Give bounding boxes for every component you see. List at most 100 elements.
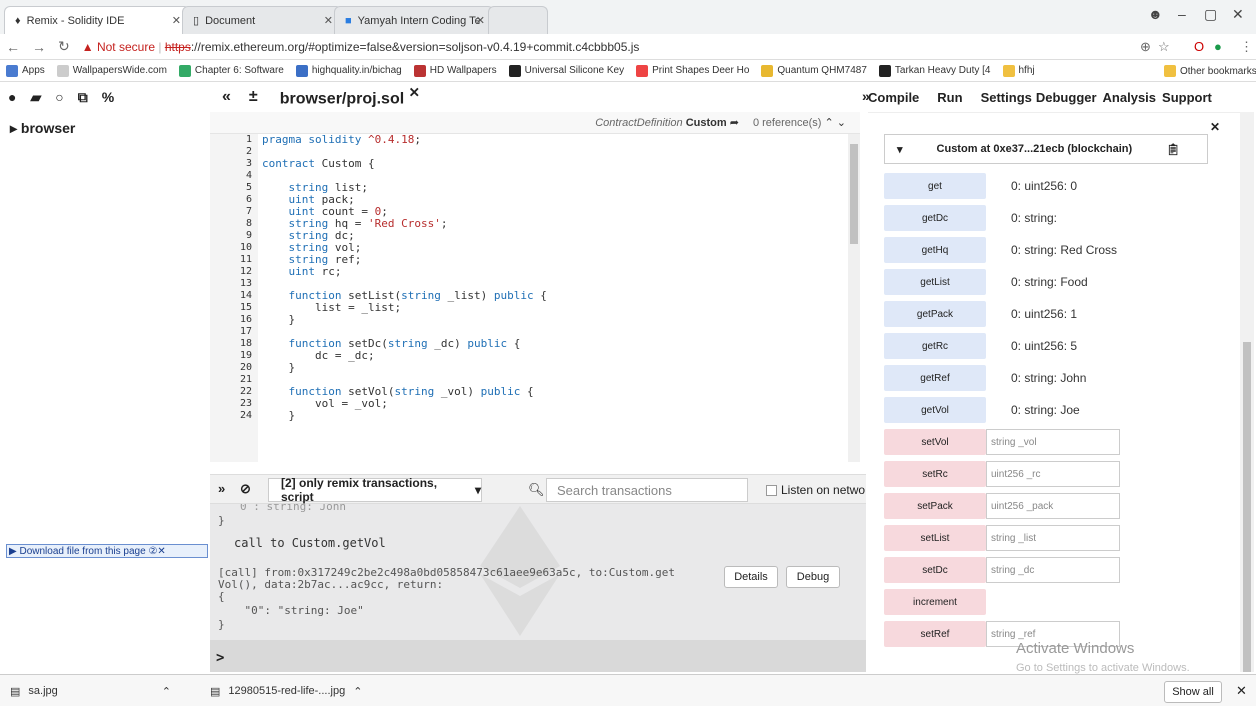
browser-tab-remix[interactable]: ♦ Remix - Solidity IDE ✕	[4, 6, 190, 34]
download-item[interactable]: ▤ 12980515-red-life-....jpg ⌃	[210, 675, 362, 707]
transaction-filter-select[interactable]: [2] only remix transactions, script ▾	[268, 476, 482, 504]
call-button-getPack[interactable]: getPack	[884, 301, 986, 327]
create-file-icon[interactable]: ●	[8, 89, 16, 105]
call-button-getRc[interactable]: getRc	[884, 333, 986, 359]
clipboard-icon[interactable]: 📋︎	[1166, 143, 1180, 156]
bookmark-other[interactable]: Other bookmarks	[1164, 65, 1256, 77]
prev-ref-icon[interactable]: ⌃	[825, 117, 834, 129]
call-button-getRef[interactable]: getRef	[884, 365, 986, 391]
caret-down-icon[interactable]: ▾	[897, 143, 903, 156]
debug-button[interactable]: Debug	[786, 566, 840, 588]
url-field[interactable]: ▲ Not secure | https://remix.ethereum.or…	[82, 40, 640, 54]
transact-button-setList[interactable]: setList	[884, 525, 986, 551]
bookmark-8[interactable]: Tarkan Heavy Duty [4	[878, 64, 991, 77]
code-line: }	[288, 361, 296, 374]
browser-tab-document[interactable]: ▯ Document ✕	[182, 6, 342, 34]
bookmark-6[interactable]: Print Shapes Deer Ho	[636, 64, 749, 77]
chevron-up-icon[interactable]: ⌃	[162, 685, 171, 698]
tab-run[interactable]: Run	[937, 90, 962, 105]
minimize-icon[interactable]: –	[1178, 6, 1186, 22]
transact-button-increment[interactable]: increment	[884, 589, 986, 615]
site-icon	[761, 64, 774, 77]
browser-tab-yamyah[interactable]: ■ Yamyah Intern Coding Te ✕	[334, 6, 494, 34]
file-tree: ▸ browser	[0, 120, 208, 137]
profile-icon[interactable]: ☻	[1148, 6, 1163, 22]
bookmark-3[interactable]: highquality.in/bichag	[295, 64, 402, 77]
copy-icon[interactable]: ⧉	[78, 89, 88, 106]
jump-icon[interactable]: ➦	[730, 117, 739, 129]
forward-icon[interactable]: →	[32, 39, 46, 55]
tab-debugger[interactable]: Debugger	[1036, 90, 1097, 105]
opera-extension-icon[interactable]: O	[1194, 39, 1204, 54]
contract-instance-header[interactable]: ▾ Custom at 0xe37...21ecb (blockchain) 📋…	[884, 134, 1208, 164]
bookmark-2[interactable]: Chapter 6: Software	[178, 64, 284, 77]
file-tab[interactable]: browser/proj.sol ✕	[280, 85, 420, 108]
download-helper-bar[interactable]: ▶ Download file from this page ②✕	[6, 544, 208, 558]
new-tab-button[interactable]	[488, 6, 548, 34]
close-tab-icon[interactable]: ✕	[172, 14, 181, 27]
close-instance-icon[interactable]: ✕	[1210, 120, 1220, 134]
transact-button-setDc[interactable]: setDc	[884, 557, 986, 583]
star-icon[interactable]: ☆	[1158, 39, 1170, 55]
close-icon[interactable]: ②✕	[148, 546, 165, 557]
menu-icon[interactable]: ⋮	[1240, 39, 1253, 55]
call-button-getDc[interactable]: getDc	[884, 205, 986, 231]
collapse-left-icon[interactable]: «	[222, 88, 231, 106]
add-file-icon[interactable]: ±	[249, 88, 258, 106]
search-transactions-input[interactable]: Search transactions	[546, 478, 748, 502]
bookmark-7[interactable]: Quantum QHM7487	[761, 64, 867, 77]
terminal-prompt[interactable]: >	[210, 640, 866, 672]
param-input-setList[interactable]: string _list	[986, 525, 1120, 551]
call-button-getVol[interactable]: getVol	[884, 397, 986, 423]
transact-button-setRef[interactable]: setRef	[884, 621, 986, 647]
listen-network-checkbox[interactable]: Listen on netwo	[766, 483, 865, 497]
github-icon[interactable]: ○	[55, 89, 63, 105]
code-editor[interactable]: pragma solidity ^0.4.18; contract Custom …	[262, 134, 846, 462]
tab-compile[interactable]: Compile	[868, 90, 919, 105]
param-input-setRc[interactable]: uint256 _rc	[986, 461, 1120, 487]
checkbox[interactable]	[766, 484, 777, 496]
link-icon[interactable]: %	[102, 89, 114, 105]
close-file-icon[interactable]: ✕	[409, 85, 420, 100]
close-tab-icon[interactable]: ✕	[476, 14, 485, 27]
folder-arrow-icon[interactable]: ▸	[10, 120, 17, 136]
reload-icon[interactable]: ↻	[58, 38, 70, 55]
tab-support[interactable]: Support	[1162, 90, 1212, 105]
bookmark-4[interactable]: HD Wallpapers	[413, 64, 497, 77]
transact-button-setRc[interactable]: setRc	[884, 461, 986, 487]
close-shelf-icon[interactable]: ✕	[1236, 683, 1247, 699]
transact-button-setPack[interactable]: setPack	[884, 493, 986, 519]
close-window-icon[interactable]: ✕	[1232, 6, 1244, 23]
param-input-setPack[interactable]: uint256 _pack	[986, 493, 1120, 519]
maximize-icon[interactable]: ▢	[1204, 6, 1217, 23]
extension-icon[interactable]: ●	[1214, 39, 1222, 54]
details-button[interactable]: Details	[724, 566, 778, 588]
clear-console-icon[interactable]: ⊘	[240, 481, 251, 497]
bookmark-1[interactable]: WallpapersWide.com	[56, 64, 167, 77]
bookmark-apps[interactable]: Apps	[6, 64, 45, 77]
transact-button-setVol[interactable]: setVol	[884, 429, 986, 455]
show-all-button[interactable]: Show all	[1164, 681, 1222, 703]
editor-scrollbar[interactable]	[848, 134, 860, 462]
collapse-terminal-icon[interactable]: »	[218, 481, 225, 496]
zoom-icon[interactable]: ⊕	[1140, 39, 1151, 55]
bookmark-5[interactable]: Universal Silicone Key	[508, 64, 624, 77]
call-button-getHq[interactable]: getHq	[884, 237, 986, 263]
param-input-setDc[interactable]: string _dc	[986, 557, 1120, 583]
close-tab-icon[interactable]: ✕	[324, 14, 333, 27]
next-ref-icon[interactable]: ⌄	[837, 117, 846, 129]
call-button-getList[interactable]: getList	[884, 269, 986, 295]
download-item[interactable]: ▤ sa.jpg ⌃	[10, 675, 171, 707]
open-folder-icon[interactable]: ▰	[30, 89, 41, 106]
param-input-setVol[interactable]: string _vol	[986, 429, 1120, 455]
folder-browser[interactable]: browser	[21, 120, 75, 136]
call-result: 0: uint256: 5	[1011, 339, 1078, 353]
tab-settings[interactable]: Settings	[981, 90, 1032, 105]
call-button-get[interactable]: get	[884, 173, 986, 199]
tab-analysis[interactable]: Analysis	[1103, 90, 1156, 105]
chevron-up-icon[interactable]: ⌃	[353, 685, 362, 698]
run-panel-scrollbar[interactable]	[1240, 112, 1254, 672]
back-icon[interactable]: ←	[6, 39, 20, 55]
amazon-icon	[878, 64, 891, 77]
bookmark-9[interactable]: hfhj	[1002, 64, 1035, 77]
